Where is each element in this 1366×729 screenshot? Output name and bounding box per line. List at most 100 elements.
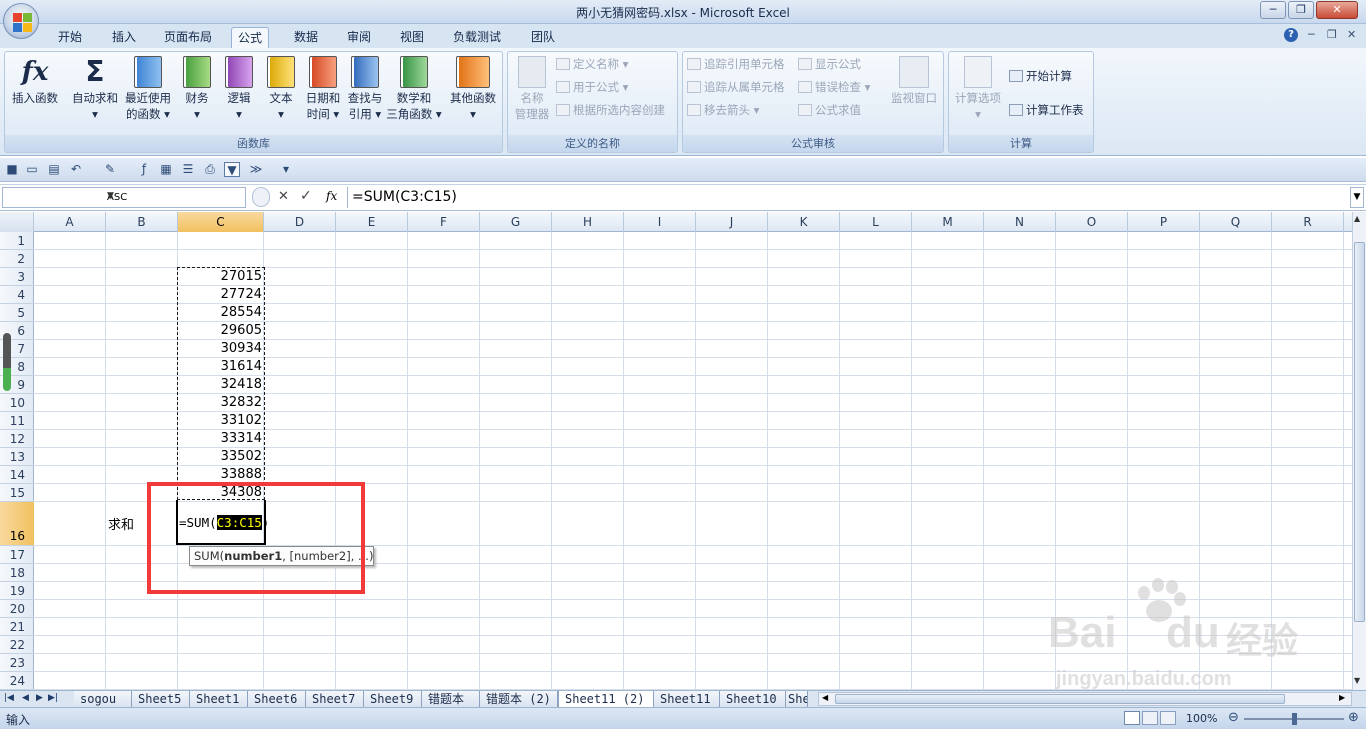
table-icon[interactable]: ▦ [158,162,174,177]
column-header-r[interactable]: R [1272,212,1344,232]
format-painter-icon[interactable]: ≫ [248,162,264,177]
row-header-10[interactable]: 10 [0,394,34,412]
tab-view[interactable]: 视图 [394,27,430,48]
office-button[interactable] [3,3,39,39]
evaluate-formula-button[interactable]: 公式求值 [798,100,861,120]
date-time-button[interactable]: 日期和 时间 ▾ [301,56,345,122]
page-layout-view-icon[interactable] [1142,711,1158,725]
fx-qat-icon[interactable]: ƒ [136,162,152,177]
row-header-16[interactable]: 16 [0,502,34,546]
scroll-up-icon[interactable]: ▲ [1354,214,1360,223]
column-header-i[interactable]: I [624,212,696,232]
column-header-p[interactable]: P [1128,212,1200,232]
row-header-22[interactable]: 22 [0,636,34,654]
column-header-m[interactable]: M [912,212,984,232]
recently-used-button[interactable]: 最近使用 的函数 ▾ [122,56,174,122]
error-checking-button[interactable]: 错误检查 ▾ [798,77,870,97]
row-header-3[interactable]: 3 [0,268,34,286]
row-header-1[interactable]: 1 [0,232,34,250]
remove-arrows-button[interactable]: 移去箭头 ▾ [687,100,759,120]
tab-insert[interactable]: 插入 [106,27,142,48]
sheet-tab-1[interactable]: Sheet5 [132,691,190,708]
row-header-19[interactable]: 19 [0,582,34,600]
text-button[interactable]: 文本 ▾ [261,56,301,122]
sheet-tab-5[interactable]: Sheet9 [364,691,422,708]
enter-icon[interactable]: ✓ [300,188,312,204]
sheet-tab-4[interactable]: Sheet7 [306,691,364,708]
next-sheet-icon[interactable]: ▶ [36,693,43,703]
zoom-out-icon[interactable]: ⊖ [1228,710,1239,725]
scroll-left-icon[interactable]: ◀ [822,693,828,702]
row-header-24[interactable]: 24 [0,672,34,690]
logical-button[interactable]: 逻辑 ▾ [219,56,259,122]
page-break-view-icon[interactable] [1160,711,1176,725]
lookup-reference-button[interactable]: 查找与 引用 ▾ [343,56,387,122]
tab-formulas[interactable]: 公式 [231,27,270,48]
close-button[interactable]: ✕ [1316,1,1358,19]
cancel-icon[interactable]: ✕ [278,189,289,204]
sheet-tab-7[interactable]: 错题本 (2) [480,691,558,708]
column-header-j[interactable]: J [696,212,768,232]
calculate-now-button[interactable]: 开始计算 [1009,66,1072,86]
row-header-15[interactable]: 15 [0,484,34,502]
sheet-tab-3[interactable]: Sheet6 [248,691,306,708]
chevron-down-icon[interactable]: ▼ [107,191,243,201]
sheet-tab-2[interactable]: Sheet1 [190,691,248,708]
help-icon[interactable]: ? [1284,28,1298,42]
use-in-formula-button[interactable]: 用于公式 ▾ [556,77,628,97]
column-header-h[interactable]: H [552,212,624,232]
column-header-n[interactable]: N [984,212,1056,232]
column-header-o[interactable]: O [1056,212,1128,232]
expand-formula-bar-button[interactable]: ▼ [1350,187,1364,208]
column-header-c[interactable]: C [178,212,264,232]
show-formulas-button[interactable]: 显示公式 [798,54,861,74]
row-header-5[interactable]: 5 [0,304,34,322]
row-header-2[interactable]: 2 [0,250,34,268]
open-icon[interactable]: ▭ [24,162,40,177]
formula-input[interactable]: =SUM(C3:C15) [347,187,1350,208]
sheet-tab-0[interactable]: sogou [74,691,132,708]
prev-sheet-icon[interactable]: ◀ [22,693,29,703]
row-header-12[interactable]: 12 [0,430,34,448]
column-header-q[interactable]: Q [1200,212,1272,232]
undo-icon[interactable]: ↶ [68,162,84,177]
trace-precedents-button[interactable]: 追踪引用单元格 [687,54,785,74]
zoom-slider-thumb[interactable] [1292,713,1297,725]
column-header-d[interactable]: D [264,212,336,232]
filter-icon[interactable]: ▼ [224,162,240,177]
tab-review[interactable]: 审阅 [341,27,377,48]
watch-window-button[interactable]: 监视窗口 [886,56,942,106]
row-header-13[interactable]: 13 [0,448,34,466]
tab-load-test[interactable]: 负载测试 [447,27,507,48]
trace-dependents-button[interactable]: 追踪从属单元格 [687,77,785,97]
row-header-4[interactable]: 4 [0,286,34,304]
cell-b16-label[interactable]: 求和 [108,514,134,533]
collapse-handle[interactable] [252,187,270,207]
calculate-sheet-button[interactable]: 计算工作表 [1009,100,1084,120]
column-header-b[interactable]: B [106,212,178,232]
draw-border-icon[interactable]: ✎ [102,162,118,177]
name-box[interactable]: ASC ▼ [2,187,246,208]
doc-close-icon[interactable]: ✕ [1347,28,1356,41]
sheet-tab-8[interactable]: Sheet11 (2) [558,691,654,708]
tab-data[interactable]: 数据 [288,27,324,48]
minimize-button[interactable]: ─ [1260,1,1286,19]
row-header-20[interactable]: 20 [0,600,34,618]
calculation-options-button[interactable]: 计算选项 ▾ [951,56,1005,122]
vertical-scroll-thumb[interactable] [1354,242,1365,622]
column-header-g[interactable]: G [480,212,552,232]
fx-icon[interactable]: fx [326,189,337,203]
column-header-e[interactable]: E [336,212,408,232]
sheet-tab-6[interactable]: 错题本 [422,691,480,708]
sheet-tab-9[interactable]: Sheet11 [654,691,720,708]
maximize-button[interactable]: ❐ [1288,1,1314,19]
define-name-button[interactable]: 定义名称 ▾ [556,54,628,74]
first-sheet-icon[interactable]: |◀ [4,693,14,703]
column-header-a[interactable]: A [34,212,106,232]
column-header-k[interactable]: K [768,212,840,232]
column-header-l[interactable]: L [840,212,912,232]
row-header-18[interactable]: 18 [0,564,34,582]
row-header-14[interactable]: 14 [0,466,34,484]
print-preview-icon[interactable]: ▤ [46,162,62,177]
column-header-f[interactable]: F [408,212,480,232]
